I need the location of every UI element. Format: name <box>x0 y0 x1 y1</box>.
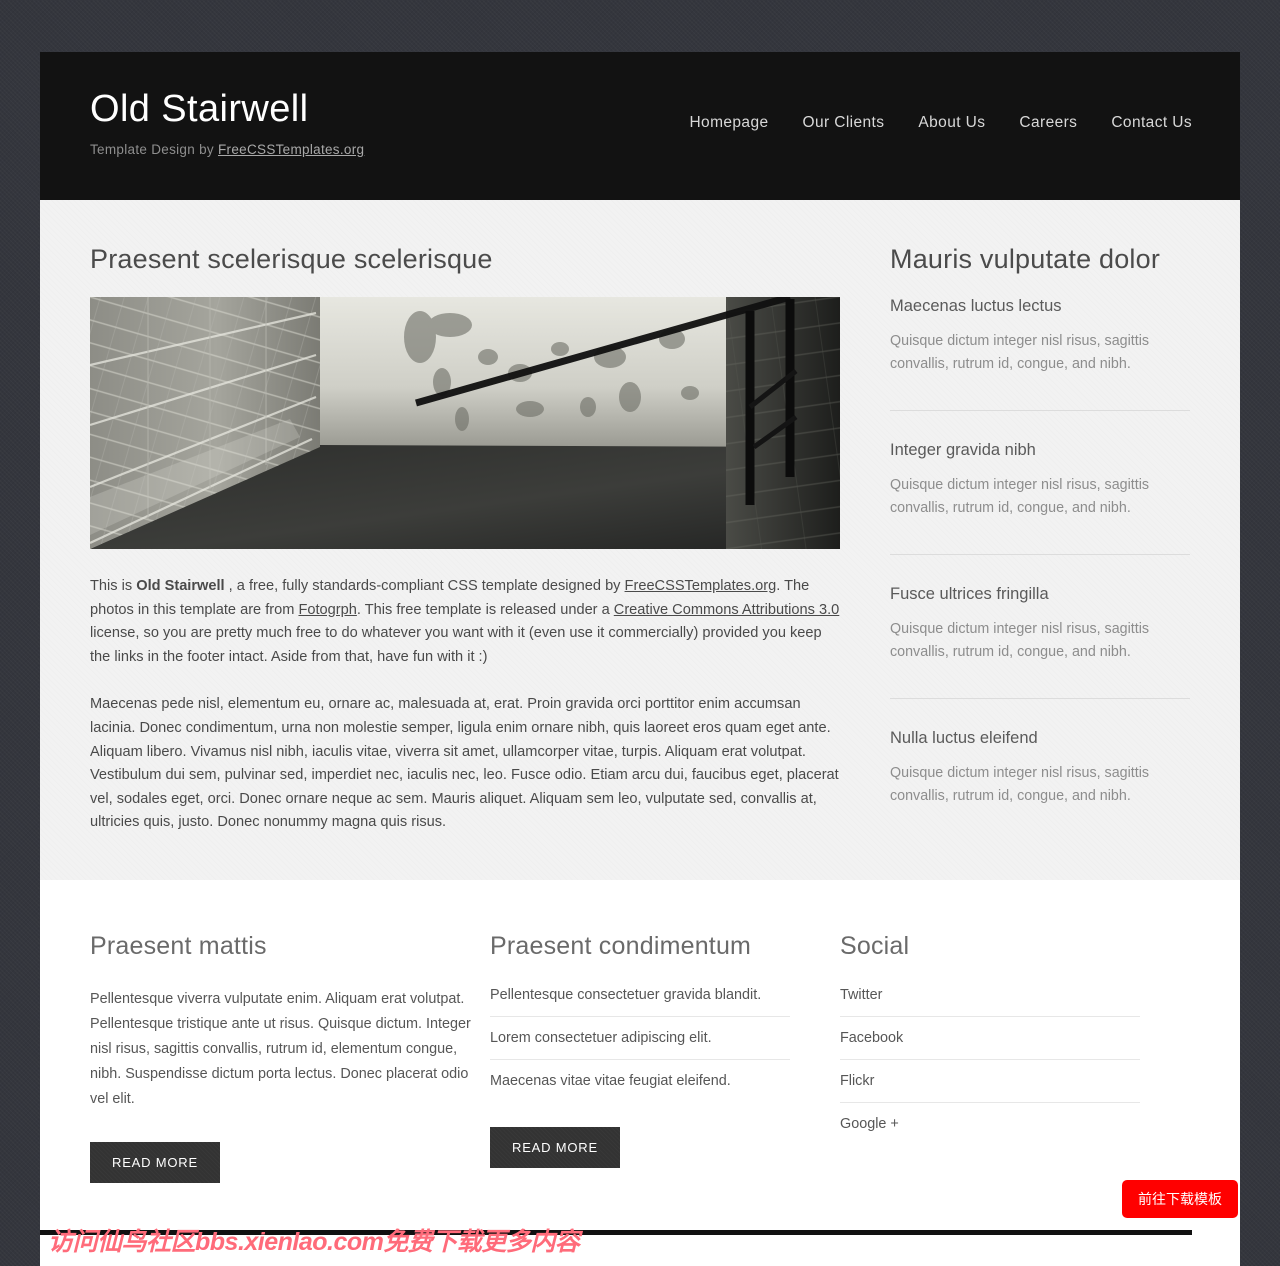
list-item-text: Maecenas vitae vitae feugiat eleifend. <box>490 1073 731 1089</box>
watermark-text: 访问仙鸟社区bbs.xienlao.com免费下载更多内容 <box>48 1228 580 1256</box>
read-more-button-condimentum[interactable]: READ MORE <box>490 1127 620 1168</box>
nav-item-homepage[interactable]: Homepage <box>689 114 768 132</box>
footer-col3-title: Social <box>840 932 910 960</box>
nav-item-our-clients[interactable]: Our Clients <box>802 114 884 132</box>
sidebar-heading: Mauris vulputate dolor <box>890 244 1161 274</box>
nav-item-contact-us[interactable]: Contact Us <box>1111 114 1192 132</box>
content-heading: Praesent scelerisque scelerisque <box>90 244 493 274</box>
footer-col2-title: Praesent condimentum <box>490 932 752 960</box>
footer-column-social: Social Twitter Facebook Flickr Google + <box>840 932 1190 1190</box>
footer-col1-title: Praesent mattis <box>90 932 267 960</box>
site-title: Old Stairwell <box>90 88 309 130</box>
stairwell-photo-graphic <box>90 297 840 549</box>
footer-col2-list: Pellentesque consectetuer gravida blandi… <box>490 987 790 1102</box>
link-creative-commons[interactable]: Creative Commons Attributions 3.0 <box>614 602 840 618</box>
sidebar-item-title: Maecenas luctus lectus <box>890 297 1062 315</box>
intro-part5: license, so you are pretty much free to … <box>90 625 822 665</box>
sidebar-item-title: Nulla luctus eleifend <box>890 729 1038 747</box>
footer-column-condimentum: Praesent condimentum Pellentesque consec… <box>490 932 840 1190</box>
sidebar-item: Integer gravida nibh Quisque dictum inte… <box>890 441 1190 520</box>
sidebar-item: Maecenas luctus lectus Quisque dictum in… <box>890 297 1190 376</box>
footer-column-mattis: Praesent mattis Pellentesque viverra vul… <box>40 932 490 1190</box>
intro-part4: . This free template is released under a <box>356 601 614 618</box>
intro-bold: Old Stairwell <box>136 578 225 594</box>
credit-link[interactable]: FreeCSSTemplates.org <box>218 142 364 157</box>
stairwell-photo <box>90 297 840 549</box>
list-item[interactable]: Google + <box>840 1103 1140 1145</box>
sidebar-item-text: Quisque dictum integer nisl risus, sagit… <box>890 477 1150 516</box>
list-item: Lorem consectetuer adipiscing elit. <box>490 1017 790 1060</box>
sidebar-item: Fusce ultrices fringilla Quisque dictum … <box>890 585 1190 664</box>
template-credit: Template Design by FreeCSSTemplates.org <box>90 142 364 157</box>
list-item[interactable]: Twitter <box>840 987 1140 1017</box>
brand: Old Stairwell Template Design by FreeCSS… <box>90 90 364 157</box>
list-item-text: Lorem consectetuer adipiscing elit. <box>490 1030 712 1046</box>
list-item: Pellentesque consectetuer gravida blandi… <box>490 987 790 1017</box>
list-item-text: Pellentesque consectetuer gravida blandi… <box>490 987 762 1003</box>
social-link-google-plus[interactable]: Google + <box>840 1116 899 1132</box>
site-header: Old Stairwell Template Design by FreeCSS… <box>40 52 1240 200</box>
list-item[interactable]: Facebook <box>840 1017 1140 1060</box>
sidebar-divider <box>890 554 1190 555</box>
footer-col1-text: Pellentesque viverra vulputate enim. Ali… <box>90 991 471 1107</box>
footer-columns: Praesent mattis Pellentesque viverra vul… <box>40 880 1240 1190</box>
nav-item-about-us[interactable]: About Us <box>918 114 985 132</box>
sidebar-item: Nulla luctus eleifend Quisque dictum int… <box>890 729 1190 808</box>
intro-paragraph: This is Old Stairwell , a free, fully st… <box>90 575 840 669</box>
list-item: Maecenas vitae vitae feugiat eleifend. <box>490 1060 790 1102</box>
read-more-button-mattis[interactable]: READ MORE <box>90 1142 220 1183</box>
social-link-twitter[interactable]: Twitter <box>840 987 882 1003</box>
social-link-facebook[interactable]: Facebook <box>840 1030 903 1046</box>
main-section: Praesent scelerisque scelerisque This is… <box>40 200 1240 880</box>
intro-part1: This is <box>90 578 137 594</box>
social-link-list: Twitter Facebook Flickr Google + <box>840 987 1140 1145</box>
sidebar-item-text: Quisque dictum integer nisl risus, sagit… <box>890 333 1150 372</box>
sidebar-item-title: Integer gravida nibh <box>890 441 1036 459</box>
page-container: Old Stairwell Template Design by FreeCSS… <box>40 52 1240 1266</box>
sidebar-divider <box>890 410 1190 411</box>
intro-part2: , a free, fully standards-compliant CSS … <box>224 578 625 594</box>
lorem-paragraph: Maecenas pede nisl, elementum eu, ornare… <box>90 696 839 831</box>
list-item[interactable]: Flickr <box>840 1060 1140 1103</box>
link-fotogrph[interactable]: Fotogrph <box>298 602 356 618</box>
sidebar-item-title: Fusce ultrices fringilla <box>890 585 1049 603</box>
sidebar-column: Mauris vulputate dolor Maecenas luctus l… <box>840 200 1190 880</box>
sidebar-divider <box>890 698 1190 699</box>
credit-prefix: Template Design by <box>90 142 219 157</box>
main-navigation: Homepage Our Clients About Us Careers Co… <box>689 114 1192 132</box>
sidebar-item-text: Quisque dictum integer nisl risus, sagit… <box>890 621 1150 660</box>
social-link-flickr[interactable]: Flickr <box>840 1073 874 1089</box>
content-column: Praesent scelerisque scelerisque This is… <box>40 200 840 880</box>
download-template-button[interactable]: 前往下载模板 <box>1122 1180 1238 1218</box>
sidebar-item-text: Quisque dictum integer nisl risus, sagit… <box>890 765 1150 804</box>
link-freecsstemplates[interactable]: FreeCSSTemplates.org <box>625 578 777 594</box>
nav-item-careers[interactable]: Careers <box>1019 114 1077 132</box>
